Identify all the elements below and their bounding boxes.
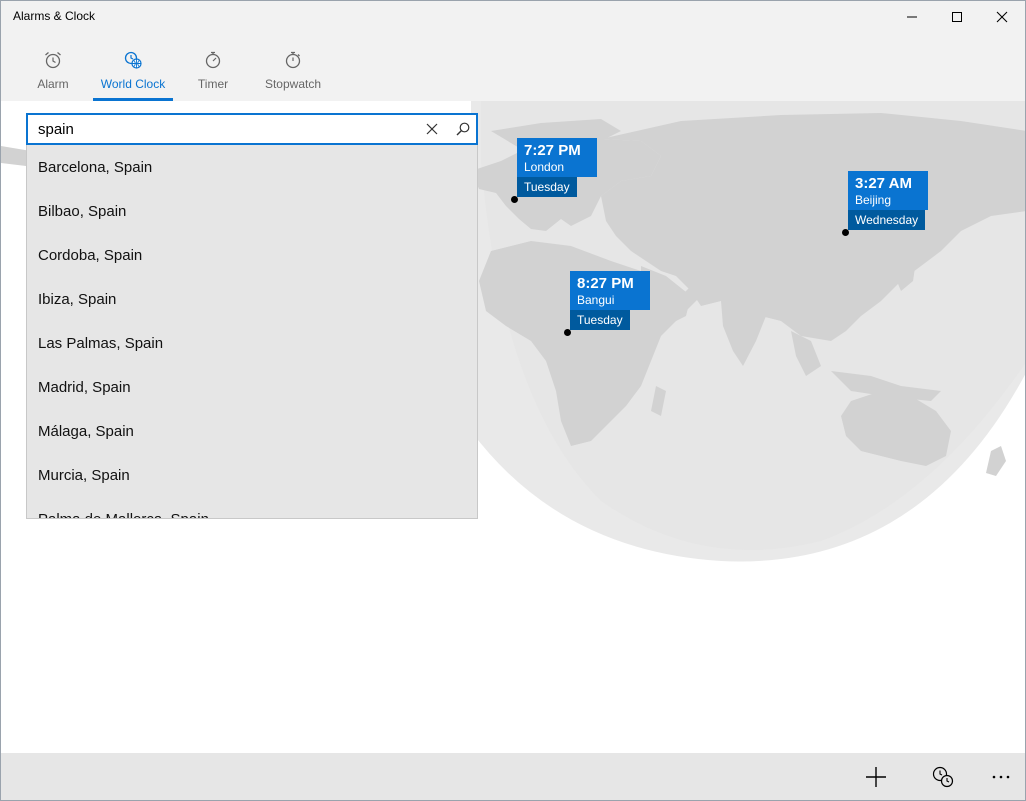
maximize-button[interactable] <box>934 1 980 33</box>
close-icon <box>426 123 438 135</box>
title-bar: Alarms & Clock <box>1 1 1025 33</box>
more-options-button[interactable] <box>981 761 1021 793</box>
search-suggestions-list: Barcelona, Spain Bilbao, Spain Cordoba, … <box>26 145 478 519</box>
city-time-box: 8:27 PM Bangui <box>570 271 650 310</box>
tab-stopwatch-label: Stopwatch <box>264 77 322 91</box>
compare-button[interactable] <box>923 761 963 793</box>
world-clock-icon <box>123 49 143 71</box>
tab-timer-label: Timer <box>197 77 229 91</box>
city-time: 7:27 PM <box>524 142 581 159</box>
close-button[interactable] <box>979 1 1025 33</box>
suggestion-item[interactable]: Madrid, Spain <box>27 365 477 409</box>
tab-alarm[interactable]: Alarm <box>13 45 93 101</box>
add-city-button[interactable] <box>856 761 896 793</box>
compare-clock-icon <box>932 766 954 788</box>
add-icon <box>866 767 886 787</box>
suggestion-item[interactable]: Bilbao, Spain <box>27 189 477 233</box>
suggestion-item[interactable]: Cordoba, Spain <box>27 233 477 277</box>
minimize-icon <box>907 16 917 18</box>
city-marker-beijing[interactable] <box>842 229 849 236</box>
maximize-icon <box>952 12 962 22</box>
city-time: 8:27 PM <box>577 275 634 292</box>
city-marker-bangui[interactable] <box>564 329 571 336</box>
suggestion-item[interactable]: Málaga, Spain <box>27 409 477 453</box>
city-time-box: 3:27 AM Beijing <box>848 171 928 210</box>
more-icon <box>992 775 1010 779</box>
suggestion-item[interactable]: Ibiza, Spain <box>27 277 477 321</box>
window-title: Alarms & Clock <box>13 9 96 23</box>
city-card-bangui[interactable]: 8:27 PM Bangui Tuesday <box>570 271 650 330</box>
bottom-app-bar <box>1 753 1025 800</box>
tab-world-clock[interactable]: World Clock <box>93 45 173 101</box>
tab-timer[interactable]: Timer <box>173 45 253 101</box>
tab-world-clock-label: World Clock <box>100 77 166 91</box>
alarm-clock-icon <box>43 49 63 71</box>
suggestion-item[interactable]: Barcelona, Spain <box>27 145 477 189</box>
suggestion-item[interactable]: Palma de Mallorca, Spain <box>27 497 477 519</box>
clear-search-button[interactable] <box>424 121 440 137</box>
city-time: 3:27 AM <box>855 175 912 192</box>
city-day: Tuesday <box>570 310 630 330</box>
city-marker-london[interactable] <box>511 196 518 203</box>
city-card-beijing[interactable]: 3:27 AM Beijing Wednesday <box>848 171 928 230</box>
city-time-box: 7:27 PM London <box>517 138 597 177</box>
city-search-input[interactable] <box>28 115 418 143</box>
timer-icon <box>203 49 223 71</box>
city-search-box <box>26 113 478 145</box>
city-day: Tuesday <box>517 177 577 197</box>
close-icon <box>996 11 1008 23</box>
suggestion-item[interactable]: Murcia, Spain <box>27 453 477 497</box>
search-icon <box>456 122 470 136</box>
city-name: Bangui <box>577 293 615 307</box>
city-day: Wednesday <box>848 210 926 230</box>
minimize-button[interactable] <box>889 1 935 33</box>
tab-alarm-label: Alarm <box>37 77 69 91</box>
city-name: Beijing <box>855 193 892 207</box>
suggestion-item[interactable]: Las Palmas, Spain <box>27 321 477 365</box>
search-button[interactable] <box>455 121 471 137</box>
tab-stopwatch[interactable]: Stopwatch <box>253 45 333 101</box>
app-window: Alarms & Clock Alarm World Clock Timer S… <box>0 0 1026 801</box>
city-name: London <box>524 160 565 174</box>
tab-bar: Alarm World Clock Timer Stopwatch <box>13 45 333 101</box>
stopwatch-icon <box>283 49 303 71</box>
city-card-london[interactable]: 7:27 PM London Tuesday <box>517 138 597 197</box>
